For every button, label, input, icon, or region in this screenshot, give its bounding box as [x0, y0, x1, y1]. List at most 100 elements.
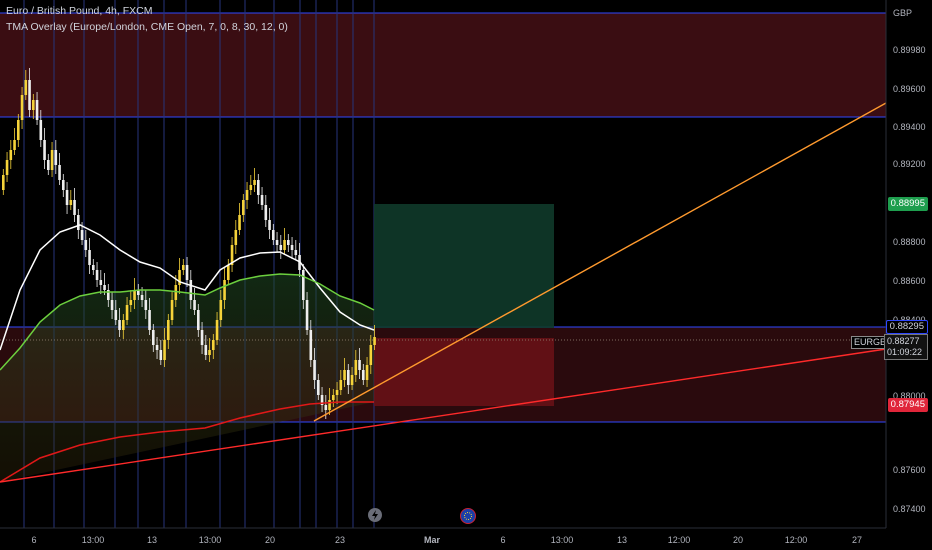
candle-body	[200, 330, 204, 345]
symbol-legend[interactable]: Euro / British Pound, 4h, FXCM	[6, 5, 152, 17]
candle-body	[95, 270, 99, 280]
price-tick-label: 0.89400	[893, 122, 926, 132]
candle-body	[313, 360, 316, 380]
candle-body	[47, 160, 50, 170]
candle-body	[103, 285, 106, 290]
candle-body	[43, 140, 46, 160]
candle-body	[114, 310, 118, 320]
candle-body	[167, 320, 170, 340]
candle-body	[227, 265, 230, 280]
candle-body	[144, 300, 148, 310]
candle-body	[275, 240, 279, 245]
candle-body	[215, 320, 219, 340]
price-tick-label: 0.89200	[893, 159, 926, 169]
candle-body	[328, 400, 331, 410]
candle-body	[152, 330, 155, 345]
candle-body	[350, 375, 354, 385]
candle-body	[24, 80, 28, 95]
candle-body	[133, 290, 136, 300]
price-axis[interactable]: GBP0.899800.896000.894000.892000.890000.…	[893, 8, 926, 514]
candle-body	[65, 190, 69, 205]
candle-body	[249, 185, 253, 190]
candle-body	[118, 320, 121, 330]
candle-body	[343, 370, 346, 380]
candle-body	[287, 240, 290, 245]
price-tick-label: 0.88800	[893, 237, 926, 247]
time-tick-label: 13	[617, 535, 627, 545]
candle-body	[279, 245, 283, 250]
candle-body	[182, 265, 185, 270]
candle-body	[148, 310, 151, 330]
candle-body	[174, 285, 178, 300]
target-price-tag: 0.88995	[887, 197, 928, 211]
candle-body	[189, 280, 193, 300]
candle-body	[204, 345, 208, 355]
candle-body	[20, 95, 24, 120]
candle-body	[54, 150, 58, 165]
candle-body	[354, 360, 358, 375]
candle-body	[35, 100, 39, 120]
time-tick-label: 6	[31, 535, 36, 545]
candle-body	[260, 195, 264, 205]
candle-body	[332, 395, 335, 400]
lightning-icon-glyph	[372, 510, 378, 520]
indicator-legend[interactable]: TMA Overlay (Europe/London, CME Open, 7,…	[6, 21, 288, 33]
price-tick-label: GBP	[893, 8, 912, 18]
time-tick-label: 20	[265, 535, 275, 545]
lightning-icon[interactable]	[368, 508, 382, 522]
time-tick-label: 13	[147, 535, 157, 545]
candle-body	[129, 300, 133, 305]
candle-body	[294, 250, 298, 255]
candle-body	[39, 120, 43, 140]
candle-body	[264, 205, 268, 220]
candle-body	[140, 295, 144, 300]
candle-body	[58, 165, 61, 180]
candle-body	[155, 345, 159, 350]
time-tick-label: 13:00	[199, 535, 222, 545]
chart-canvas[interactable]: GBP0.899800.896000.894000.892000.890000.…	[0, 0, 932, 550]
candle-body	[302, 270, 305, 300]
time-axis[interactable]: 6 13:00 13 13:00 20 23 Mar 6 13:00 13 12:00 20 12:00…	[31, 535, 862, 545]
candle-body	[88, 250, 91, 265]
candle-body	[309, 330, 313, 360]
candle-body	[69, 200, 73, 205]
candle-body	[32, 100, 35, 110]
candle-body	[50, 150, 54, 170]
candle-body	[163, 340, 166, 360]
price-tick-label: 0.89980	[893, 45, 926, 55]
entry-price-tag: 0.88295	[885, 320, 928, 334]
candle-body	[369, 345, 373, 365]
candle-body	[212, 340, 215, 350]
candle-body	[185, 265, 189, 280]
price-tick-label: 0.87600	[893, 465, 926, 475]
candle-body	[170, 300, 174, 320]
candle-body	[347, 370, 350, 385]
eu-flag-icon[interactable]	[460, 508, 476, 524]
candle-body	[62, 180, 65, 190]
candle-body	[159, 350, 163, 360]
last-price-box: 0.88277 01:09:22	[884, 334, 928, 360]
time-tick-label: 27	[852, 535, 862, 545]
candle-body	[122, 320, 125, 330]
indicator-title: TMA Overlay (Europe/London, CME Open, 7,…	[6, 21, 288, 33]
time-tick-label: 6	[500, 535, 505, 545]
candle-body	[9, 150, 13, 160]
candle-body	[219, 300, 223, 320]
candle-body	[234, 230, 238, 245]
candle-body	[283, 240, 286, 250]
candle-body	[268, 220, 271, 230]
candle-body	[125, 305, 129, 320]
last-price-value: 0.88277	[887, 336, 920, 346]
price-tick-label: 0.87400	[893, 504, 926, 514]
eu-flag-glyph	[464, 512, 472, 520]
candle-body	[77, 215, 80, 230]
candle-body	[358, 360, 361, 370]
candle-body	[223, 280, 226, 300]
candle-body	[272, 230, 275, 240]
time-tick-label: 13:00	[551, 535, 574, 545]
candle-body	[317, 380, 320, 395]
candle-body	[80, 230, 84, 240]
candle-body	[242, 200, 245, 215]
long-position-target-zone[interactable]	[374, 204, 554, 328]
time-tick-label: 12:00	[785, 535, 808, 545]
